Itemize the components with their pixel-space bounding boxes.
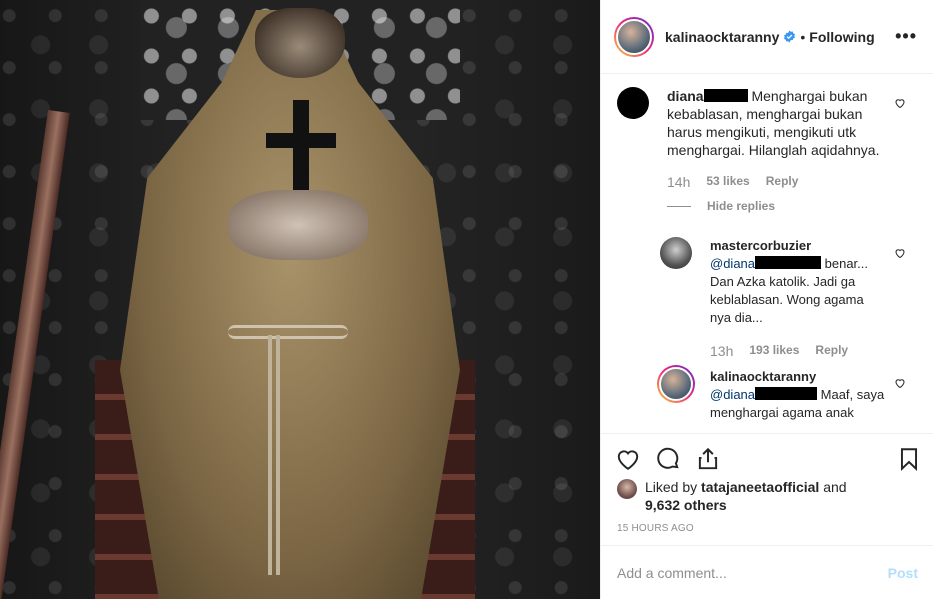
post-side-panel: kalinaocktaranny • Following ••• diana M… [600, 0, 933, 599]
post-comment-button[interactable]: Post [888, 565, 918, 581]
rope-belt [228, 325, 348, 339]
reply-button[interactable]: Reply [815, 343, 848, 359]
comment-text-block: @diana Maaf, saya menghargai agama anak [710, 386, 888, 422]
post-header: kalinaocktaranny • Following ••• [601, 0, 933, 74]
comment-icon[interactable] [655, 446, 681, 472]
comment-meta: 14h 53 likes Reply [667, 174, 798, 190]
liked-by-text: Liked by tatajaneetaofficial and 9,632 o… [645, 478, 885, 514]
commenter-avatar[interactable] [660, 237, 692, 269]
comment-body: kalinaocktaranny @diana Maaf, saya mengh… [710, 369, 888, 422]
comment-username[interactable]: kalinaocktaranny [710, 369, 888, 384]
liked-by-and: and [823, 479, 847, 495]
divider-line [667, 205, 691, 207]
comment-likes[interactable]: 53 likes [706, 174, 749, 190]
likes-others-link[interactable]: 9,632 others [645, 497, 727, 513]
redaction-bar [703, 89, 748, 102]
more-options-icon[interactable]: ••• [895, 26, 917, 47]
comment-like-heart-icon[interactable] [894, 97, 906, 109]
heart-icon[interactable] [615, 446, 641, 472]
comment-mention[interactable]: @diana [710, 256, 755, 271]
author-username[interactable]: kalinaocktaranny [665, 29, 779, 45]
reply-button[interactable]: Reply [766, 174, 799, 190]
comments-list[interactable]: diana Menghargai bukan kebablasan, mengh… [601, 75, 933, 433]
action-bar [601, 433, 933, 483]
comment-likes[interactable]: 193 likes [749, 343, 799, 359]
comment-body: diana Menghargai bukan kebablasan, mengh… [667, 87, 889, 159]
comment-text-block: @diana benar... Dan Azka katolik. Jadi g… [710, 255, 888, 327]
author-avatar[interactable] [614, 16, 654, 57]
following-button[interactable]: Following [809, 29, 874, 45]
comment-like-heart-icon[interactable] [894, 377, 906, 389]
comment-like-heart-icon[interactable] [894, 247, 906, 259]
liker-username[interactable]: tatajaneetaofficial [701, 479, 819, 495]
post-timestamp[interactable]: 15 HOURS AGO [617, 523, 694, 534]
hide-replies-label: Hide replies [707, 199, 776, 213]
liked-by-summary: Liked by tatajaneetaofficial and 9,632 o… [617, 478, 885, 514]
comment-time: 13h [710, 343, 734, 359]
add-comment-input[interactable] [617, 564, 888, 581]
cross-pendant-bar [266, 133, 336, 148]
clasped-hands [228, 190, 368, 260]
post-photo[interactable] [0, 0, 600, 599]
verified-badge-icon [784, 30, 796, 43]
bookmark-icon[interactable] [896, 446, 922, 472]
commenter-avatar[interactable] [657, 365, 695, 403]
share-icon[interactable] [695, 446, 721, 472]
comment-meta: 13h 193 likes Reply [710, 343, 848, 359]
comment-body: mastercorbuzier @diana benar... Dan Azka… [710, 238, 888, 327]
comment-time: 14h [667, 174, 691, 190]
liked-by-prefix: Liked by [645, 479, 698, 495]
liker-avatar[interactable] [617, 479, 637, 499]
comment-mention[interactable]: @diana [710, 387, 755, 402]
redaction-bar [755, 387, 818, 400]
commenter-avatar[interactable] [617, 87, 649, 119]
rope-belt-tail [268, 335, 280, 575]
hide-replies-button[interactable]: Hide replies [667, 199, 775, 213]
comment-username[interactable]: diana [667, 88, 704, 104]
hooded-face [255, 8, 345, 78]
comment-username[interactable]: mastercorbuzier [710, 238, 888, 253]
separator-dot: • [800, 28, 806, 45]
redaction-bar [755, 256, 822, 269]
add-comment-bar: Post [601, 545, 933, 599]
